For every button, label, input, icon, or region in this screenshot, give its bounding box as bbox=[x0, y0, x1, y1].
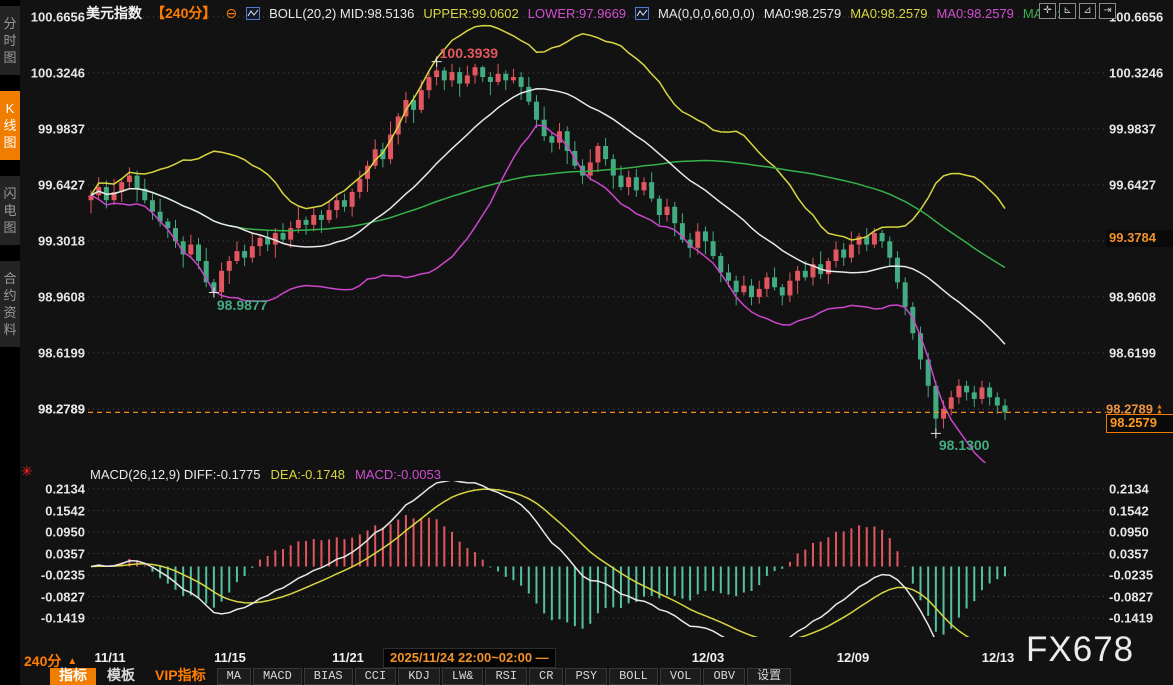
last-price-badge: 98.2579 bbox=[1106, 414, 1173, 433]
indicator-chart-icon[interactable] bbox=[246, 7, 260, 20]
x-axis-label: 12/09 bbox=[837, 650, 870, 665]
toolbar-button-KDJ[interactable]: KDJ bbox=[398, 668, 440, 685]
expander-arrow-icon: ▲ bbox=[67, 656, 77, 667]
toolbar-button-BIAS[interactable]: BIAS bbox=[304, 668, 353, 685]
toolbar-button-VIP指标[interactable]: VIP指标 bbox=[146, 668, 215, 685]
zoom-axis-right-icon[interactable]: ⊿ bbox=[1079, 3, 1096, 19]
window-button-group: ✛⊾⊿⇥ bbox=[1039, 3, 1116, 19]
x-axis-label: 12/13 bbox=[982, 650, 1015, 665]
macd-legend: MACD(26,12,9) DIFF:-0.1775 DEA:-0.1748 MAC… bbox=[90, 467, 441, 482]
x-axis-label: 11/21 bbox=[332, 650, 364, 665]
crosshair-icon[interactable]: ✛ bbox=[1039, 3, 1056, 19]
axis-value-badge: 99.3784 bbox=[1106, 230, 1173, 247]
watermark: FX678 bbox=[1026, 630, 1134, 670]
toolbar-button-BOLL[interactable]: BOLL bbox=[609, 668, 658, 685]
chart-annotation: 100.3939 bbox=[440, 45, 498, 61]
collapse-icon[interactable]: ⊖ bbox=[225, 5, 237, 22]
toolbar-button-CCI[interactable]: CCI bbox=[355, 668, 397, 685]
toolbar-button-RSI[interactable]: RSI bbox=[485, 668, 527, 685]
toolbar-button-指标[interactable]: 指标 bbox=[50, 668, 96, 685]
toolbar-button-LW&[interactable]: LW& bbox=[442, 668, 484, 685]
indicator-chart-icon[interactable] bbox=[635, 7, 649, 20]
alarm-icon[interactable]: ✳ bbox=[21, 463, 33, 480]
toolbar-button-CR[interactable]: CR bbox=[529, 668, 563, 685]
legend-item: MA0:98.2579 bbox=[850, 6, 927, 21]
toolbar-button-MACD[interactable]: MACD bbox=[253, 668, 302, 685]
bottom-toolbar: 指标模板VIP指标MAMACDBIASCCIKDJLW&RSICRPSYBOLL… bbox=[50, 668, 791, 685]
macd-legend-item: DEA:-0.1748 bbox=[271, 467, 345, 482]
zoom-axis-left-icon[interactable]: ⊾ bbox=[1059, 3, 1076, 19]
x-axis-label: 11/15 bbox=[214, 650, 246, 665]
legend-item: MA0:98.2579 bbox=[937, 6, 1014, 21]
candlestick-chart[interactable] bbox=[0, 0, 1173, 685]
legend-item: BOLL(20,2) MID:98.5136 bbox=[269, 6, 414, 21]
double-up-arrow-icon: ▲▲ bbox=[1156, 404, 1163, 414]
toolbar-button-MA[interactable]: MA bbox=[217, 668, 251, 685]
legend-item: MA(0,0,0,60,0,0) bbox=[658, 6, 755, 21]
chart-annotation: 98.1300 bbox=[939, 437, 990, 453]
macd-legend-item: MACD:-0.0053 bbox=[355, 467, 441, 482]
go-to-latest-icon[interactable]: ⇥ bbox=[1099, 3, 1116, 19]
legend-item: MA0:98.2579 bbox=[764, 6, 841, 21]
legend-item: LOWER:97.9669 bbox=[528, 6, 626, 21]
toolbar-button-OBV[interactable]: OBV bbox=[703, 668, 745, 685]
period-tag: 【240分】 bbox=[151, 3, 216, 23]
session-range-box[interactable]: 2025/11/24 22:00~02:00 — bbox=[383, 648, 556, 668]
x-axis-label: 11/11 bbox=[94, 650, 125, 665]
toolbar-button-VOL[interactable]: VOL bbox=[660, 668, 702, 685]
toolbar-button-设置[interactable]: 设置 bbox=[747, 668, 791, 685]
legend-values: BOLL(20,2) MID:98.5136 UPPER:99.0602 LOWER… bbox=[246, 6, 1068, 21]
indicator-legend: 美元指数【240分】 ⊖ BOLL(20,2) MID:98.5136 UPPER:… bbox=[86, 4, 1068, 22]
chart-annotation: 98.9877 bbox=[217, 297, 268, 313]
x-axis-label: 12/03 bbox=[692, 650, 725, 665]
macd-legend-item: MACD(26,12,9) DIFF:-0.1775 bbox=[90, 467, 261, 482]
toolbar-button-PSY[interactable]: PSY bbox=[565, 668, 607, 685]
legend-item: UPPER:99.0602 bbox=[423, 6, 518, 21]
toolbar-button-模板[interactable]: 模板 bbox=[98, 668, 144, 685]
symbol-title: 美元指数 bbox=[86, 3, 142, 23]
trading-terminal-window: 分时图K线图闪电图合约资料 美元指数【240分】⊖ BOLL(20,2) MID… bbox=[0, 0, 1173, 685]
